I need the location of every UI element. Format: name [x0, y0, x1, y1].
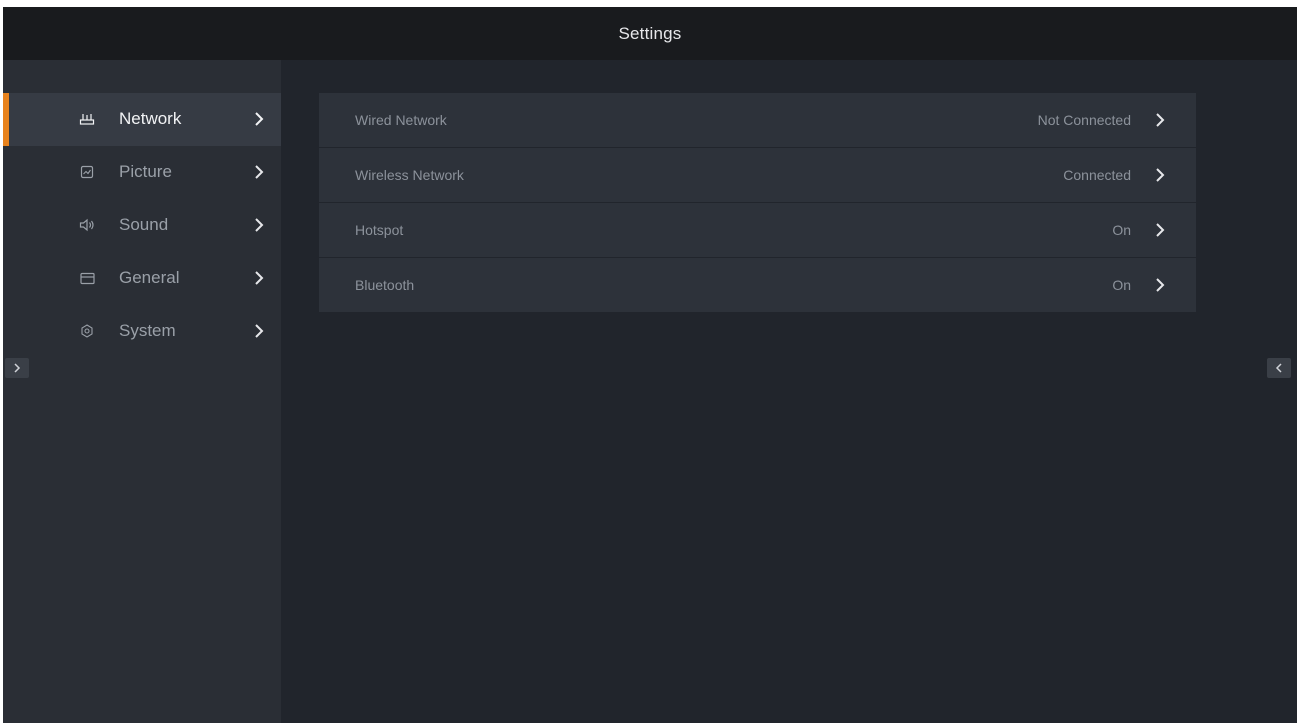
chevron-right-icon	[14, 363, 21, 373]
chevron-right-icon	[253, 322, 265, 340]
network-settings-list: Wired Network Not Connected Wireless Net…	[319, 93, 1196, 313]
chevron-right-icon	[1154, 166, 1166, 184]
page-title: Settings	[618, 23, 682, 43]
sidebar-item-picture[interactable]: Picture	[3, 146, 281, 199]
settings-screen: Settings Network Picture Sound General S…	[3, 7, 1297, 723]
row-label: Hotspot	[355, 222, 404, 238]
router-icon	[79, 111, 95, 127]
chevron-right-icon	[1154, 276, 1166, 294]
list-item-wired-network[interactable]: Wired Network Not Connected	[319, 93, 1196, 147]
active-indicator	[3, 93, 9, 146]
row-label: Wireless Network	[355, 167, 464, 183]
sidebar: Network Picture Sound General System	[3, 60, 281, 723]
chevron-right-icon	[1154, 111, 1166, 129]
row-status: On	[1112, 222, 1131, 238]
gear-icon	[79, 323, 95, 339]
window-icon	[79, 270, 95, 286]
sidebar-item-network[interactable]: Network	[3, 93, 281, 146]
sidebar-item-system[interactable]: System	[3, 305, 281, 358]
row-status: Connected	[1063, 167, 1131, 183]
expand-sidebar-button[interactable]	[5, 358, 29, 378]
sidebar-item-label: System	[119, 321, 176, 340]
title-bar: Settings	[3, 7, 1297, 60]
list-item-wireless-network[interactable]: Wireless Network Connected	[319, 148, 1196, 202]
sidebar-item-label: General	[119, 268, 180, 287]
sidebar-item-label: Network	[119, 109, 182, 128]
chevron-right-icon	[253, 163, 265, 181]
speaker-icon	[79, 217, 95, 233]
chevron-right-icon	[253, 216, 265, 234]
row-label: Bluetooth	[355, 277, 415, 293]
chevron-left-icon	[1275, 363, 1282, 373]
picture-icon	[79, 164, 95, 180]
sidebar-item-general[interactable]: General	[3, 252, 281, 305]
sidebar-item-label: Picture	[119, 162, 172, 181]
row-label: Wired Network	[355, 112, 447, 128]
sidebar-item-sound[interactable]: Sound	[3, 199, 281, 252]
expand-right-panel-button[interactable]	[1267, 358, 1291, 378]
chevron-right-icon	[253, 269, 265, 287]
list-item-hotspot[interactable]: Hotspot On	[319, 203, 1196, 257]
chevron-right-icon	[253, 110, 265, 128]
row-status: On	[1112, 277, 1131, 293]
sidebar-item-label: Sound	[119, 215, 169, 234]
row-status: Not Connected	[1037, 112, 1131, 128]
chevron-right-icon	[1154, 221, 1166, 239]
list-item-bluetooth[interactable]: Bluetooth On	[319, 258, 1196, 312]
